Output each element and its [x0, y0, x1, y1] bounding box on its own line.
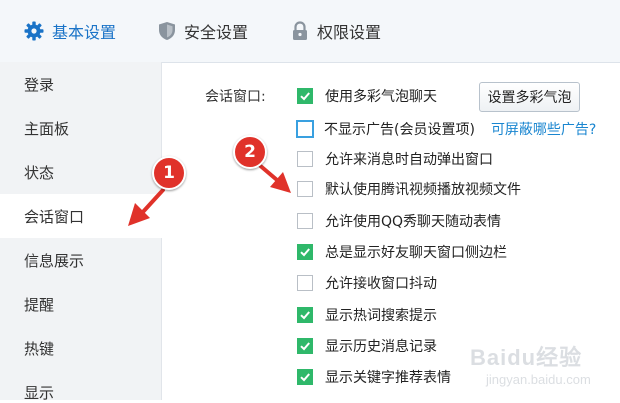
annotation-badge-1: 1: [152, 156, 186, 190]
watermark-logo: Baidu经验: [470, 345, 583, 370]
watermark-url: jingyan.baidu.com: [486, 372, 591, 387]
annotation-badge-2: 2: [233, 135, 267, 169]
watermark: Baidu经验 jingyan.baidu.com: [470, 340, 591, 387]
arrow-2: [255, 161, 291, 193]
arrow-1: [128, 188, 165, 226]
